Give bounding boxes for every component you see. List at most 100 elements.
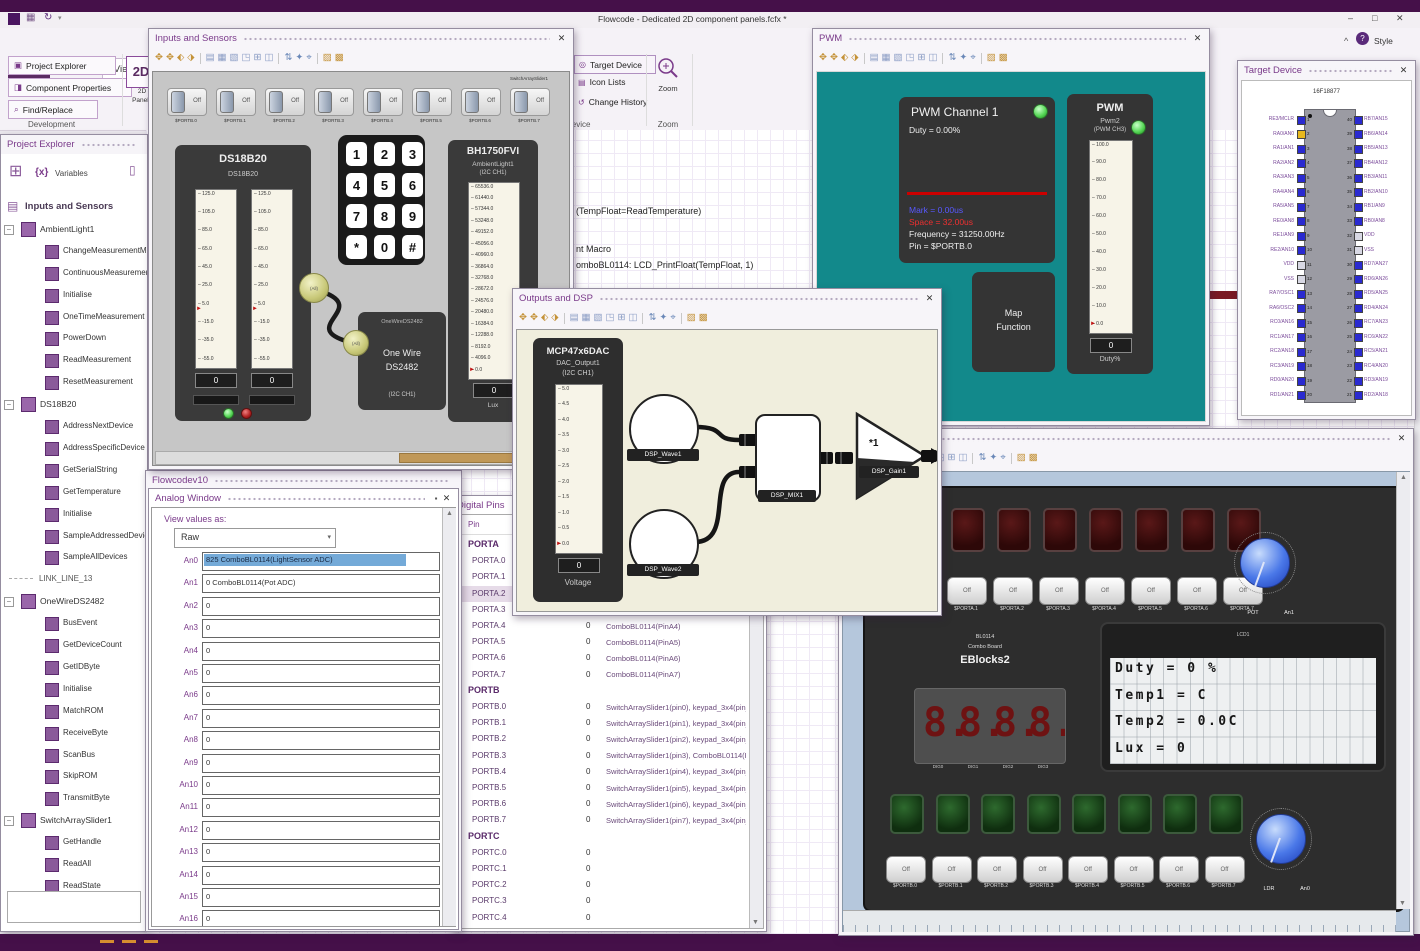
project-tree[interactable]: ▤ Inputs and Sensors – AmbientLight1 ChangeM… xyxy=(1,193,147,927)
slider-marker[interactable]: ► xyxy=(1090,321,1096,327)
scroll-up-icon[interactable]: ▲ xyxy=(1397,474,1410,481)
toolbar-icon[interactable]: ⊞ xyxy=(948,452,956,464)
chip-pin[interactable] xyxy=(1354,217,1363,226)
tree-item-sampleaddresseddevice[interactable]: SampleAddressedDevice xyxy=(1,526,147,547)
chip-pin[interactable] xyxy=(1354,246,1363,255)
toolbar-icon[interactable]: ▧ xyxy=(894,52,903,64)
pin-row-porta.7[interactable]: PORTA.7 0 ComboBL0114(PinA7) xyxy=(454,667,749,683)
project-explorer-button[interactable]: ▣ Project Explorer xyxy=(8,56,116,75)
chip-pin[interactable] xyxy=(1297,173,1306,183)
chip-pin[interactable] xyxy=(1354,362,1363,371)
chip-pin[interactable] xyxy=(1297,304,1306,313)
toolbar-icon[interactable]: ⊞ xyxy=(918,52,926,64)
analog-value-field-an15[interactable]: 0 xyxy=(202,888,440,907)
toolbar-icon[interactable]: ▤ xyxy=(206,52,215,64)
portb-button-4[interactable]: Off xyxy=(1068,856,1108,883)
port-group-row-portc[interactable]: ▾PORTC xyxy=(454,829,749,845)
toolbar-icon[interactable]: ⬗ xyxy=(551,312,558,324)
pin-row-portb.4[interactable]: PORTB.4 0 SwitchArraySlider1(pin4), keypad… xyxy=(454,764,749,780)
pin-row-portb.6[interactable]: PORTB.6 0 SwitchArraySlider1(pin6), keypad… xyxy=(454,796,749,812)
tree-item-onetimemeasurement[interactable]: OneTimeMeasurement xyxy=(1,307,147,328)
analog-value-field-an7[interactable]: 0 xyxy=(202,708,440,728)
porta-button-6[interactable]: Off xyxy=(1177,577,1217,605)
pin-row-portb.0[interactable]: PORTB.0 0 SwitchArraySlider1(pin0), keypad… xyxy=(454,699,749,715)
chip-pin[interactable] xyxy=(1297,159,1306,168)
tree-item-gethandle[interactable]: GetHandle xyxy=(1,832,147,853)
toolbar-icon[interactable]: ▩ xyxy=(335,52,344,64)
variables-icon[interactable]: {x} xyxy=(35,167,48,178)
tree-item-switcharrayslider1[interactable]: – SwitchArraySlider1 xyxy=(1,810,147,831)
save-icon[interactable]: ▦ xyxy=(26,12,35,23)
pin-row-portc.4[interactable]: PORTC.4 0 xyxy=(454,910,749,926)
tree-expander-icon[interactable]: – xyxy=(4,224,14,235)
toolbar-icon[interactable]: ◳ xyxy=(242,52,251,64)
porta-button-2[interactable]: Off xyxy=(993,577,1033,605)
toolbar-icon[interactable]: ▩ xyxy=(1029,452,1038,464)
close-icon[interactable]: ✕ xyxy=(1398,65,1409,76)
toolbar-icon[interactable]: ◫ xyxy=(628,312,637,324)
ribbon-collapse-icon[interactable]: ^ xyxy=(1344,36,1348,46)
pin-column-header[interactable]: Pin xyxy=(468,520,480,529)
toolbar-icon[interactable]: ⊞ xyxy=(254,52,262,64)
toolbar-icon[interactable]: ▨ xyxy=(987,52,996,64)
toolbar-icon[interactable]: ⊞ xyxy=(618,312,626,324)
tree-item-readmeasurement[interactable]: ReadMeasurement xyxy=(1,350,147,371)
portb-button-7[interactable]: Off xyxy=(1204,856,1245,883)
tree-item-changemeasurementmode[interactable]: ChangeMeasurementMode xyxy=(1,241,147,262)
connector-node[interactable]: (All) xyxy=(299,273,329,303)
chip-pin[interactable] xyxy=(1297,217,1306,226)
analog-value-field-an3[interactable]: 0 xyxy=(202,619,440,639)
tree-item-gettemperature[interactable]: GetTemperature xyxy=(1,482,147,503)
porta-button-5[interactable]: Off xyxy=(1131,577,1171,605)
toolbar-icon[interactable]: ⬖ xyxy=(841,52,848,64)
close-icon[interactable]: ✕ xyxy=(1192,33,1203,44)
tree-item-inputs and sensors[interactable]: ▤ Inputs and Sensors xyxy=(1,197,147,218)
toolbar-icon[interactable]: ⇅ xyxy=(978,452,986,464)
chip-pin[interactable] xyxy=(1354,231,1363,241)
toolbar-icon[interactable]: ▦ xyxy=(218,52,227,64)
toolbar-icon[interactable]: ✥ xyxy=(530,312,538,324)
tree-expander-icon[interactable]: – xyxy=(4,597,14,608)
pin-row-portb.1[interactable]: PORTB.1 0 SwitchArraySlider1(pin1), keypad… xyxy=(454,715,749,731)
pin-row-portc.3[interactable]: PORTC.3 0 xyxy=(454,893,749,909)
tree-item-addressnextdevice[interactable]: AddressNextDevice xyxy=(1,416,147,437)
chip-pin[interactable] xyxy=(1354,115,1363,125)
pin-row-portb.5[interactable]: PORTB.5 0 SwitchArraySlider1(pin5), keypad… xyxy=(454,780,749,796)
tree-item-initialise[interactable]: Initialise xyxy=(1,285,147,306)
analog-value-field-an11[interactable]: 0 xyxy=(202,798,440,818)
pin-icon[interactable]: ▪ xyxy=(431,494,441,503)
toolbar-icon[interactable]: ✥ xyxy=(830,52,838,64)
tree-item-initialise[interactable]: Initialise xyxy=(1,679,147,700)
chip-pin[interactable] xyxy=(1354,188,1363,197)
pin-row-porta.5[interactable]: PORTA.5 0 ComboBL0114(PinA5) xyxy=(454,634,749,650)
close-icon[interactable]: ✕ xyxy=(1396,433,1407,444)
chip-pin[interactable] xyxy=(1297,144,1306,154)
find-replace-button[interactable]: ⌕ Find/Replace xyxy=(8,100,98,119)
chip-pin[interactable] xyxy=(1297,333,1306,342)
style-menu[interactable]: Style xyxy=(1374,36,1393,46)
toolbar-icon[interactable]: ▩ xyxy=(699,312,708,324)
portb-button-3[interactable]: Off xyxy=(1022,856,1063,883)
analog-value-field-an5[interactable]: 0 xyxy=(202,664,440,683)
scroll-down-icon[interactable]: ▼ xyxy=(752,919,759,926)
tree-item-initialise[interactable]: Initialise xyxy=(1,504,147,525)
toolbar-icon[interactable]: ✦ xyxy=(989,452,997,464)
undo-icon[interactable]: ↻ xyxy=(44,12,52,23)
chip-pin[interactable] xyxy=(1297,188,1306,197)
toolbar-icon[interactable]: ▧ xyxy=(230,52,239,64)
dsp-mix-component[interactable] xyxy=(755,414,821,502)
toolbar-icon[interactable]: ▦ xyxy=(582,312,591,324)
toolbar-icon[interactable]: ✥ xyxy=(519,312,527,324)
chip-pin[interactable] xyxy=(1297,202,1306,212)
portb-button-5[interactable]: Off xyxy=(1113,856,1154,883)
chip-pin[interactable] xyxy=(1354,130,1363,139)
pot-knob[interactable] xyxy=(1240,538,1290,588)
chip-pin[interactable] xyxy=(1354,260,1363,270)
toolbar-icon[interactable]: ▩ xyxy=(999,52,1008,64)
toolbar-icon[interactable]: ⬗ xyxy=(851,52,858,64)
pin-row-portb.2[interactable]: PORTB.2 0 SwitchArraySlider1(pin2), keypad… xyxy=(454,731,749,747)
analog-value-field-an13[interactable]: 0 xyxy=(202,843,440,863)
tree-expander-icon[interactable]: – xyxy=(4,816,14,827)
minimize-button[interactable]: ‒ xyxy=(1348,13,1353,23)
close-icon[interactable]: ✕ xyxy=(441,493,452,504)
